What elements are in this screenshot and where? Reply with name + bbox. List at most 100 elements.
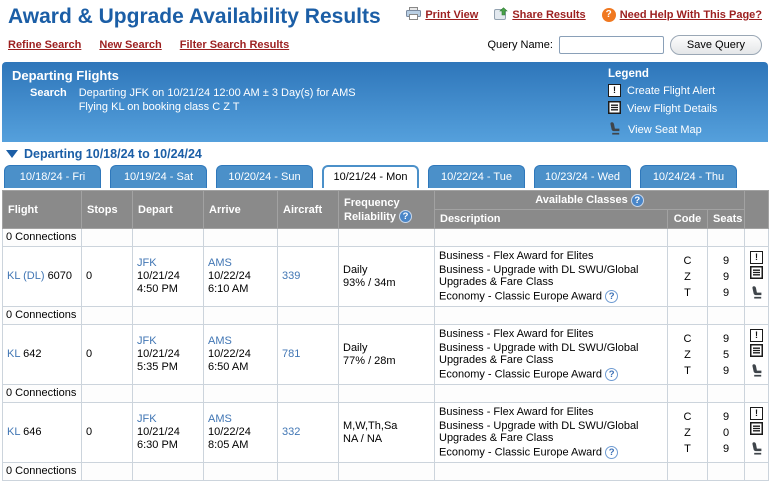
refine-search-link[interactable]: Refine Search bbox=[8, 39, 81, 51]
col-header-description: Description bbox=[435, 210, 668, 229]
tab-wed[interactable]: 10/23/24 - Wed bbox=[534, 165, 631, 188]
class-seats: 9 bbox=[712, 441, 740, 457]
class-description: Business - Upgrade with DL SWU/Global Up… bbox=[439, 419, 663, 445]
create-flight-alert-icon[interactable]: ! bbox=[750, 407, 763, 420]
depart-date: 10/21/24 bbox=[137, 426, 199, 439]
flight-airline-link[interactable]: KL bbox=[7, 348, 20, 360]
arrive-airport-link[interactable]: AMS bbox=[208, 413, 232, 425]
col-header-stops: Stops bbox=[82, 191, 133, 229]
new-search-link[interactable]: New Search bbox=[99, 39, 161, 51]
flight-number: 642 bbox=[23, 348, 41, 360]
award-help-icon[interactable]: ? bbox=[605, 446, 618, 459]
connections-row-partial: 0 Connections bbox=[3, 463, 769, 481]
class-code: T bbox=[672, 285, 703, 301]
depart-date: 10/21/24 bbox=[137, 270, 199, 283]
flight-number: 646 bbox=[23, 426, 41, 438]
date-range-banner[interactable]: Departing 10/18/24 to 10/24/24 bbox=[0, 142, 770, 163]
depart-time: 6:30 PM bbox=[137, 439, 199, 452]
collapse-triangle-icon[interactable] bbox=[6, 150, 18, 158]
create-flight-alert-icon[interactable]: ! bbox=[750, 329, 763, 342]
col-header-actions bbox=[745, 191, 769, 229]
print-view-link[interactable]: Print View bbox=[425, 9, 478, 21]
legend-view-flight-details[interactable]: View Flight Details bbox=[627, 103, 717, 115]
connections-label: 0 Connections bbox=[3, 229, 82, 247]
view-seat-map-icon[interactable] bbox=[750, 441, 764, 459]
class-description: Business - Upgrade with DL SWU/Global Up… bbox=[439, 341, 663, 367]
class-description: Economy - Classic Europe Award bbox=[439, 368, 602, 380]
share-results-link[interactable]: Share Results bbox=[512, 9, 585, 21]
arrive-time: 8:05 AM bbox=[208, 439, 273, 452]
flight-details-icon bbox=[608, 101, 621, 117]
legend: Legend ! Create Flight Alert View Flight… bbox=[608, 68, 756, 138]
award-help-icon[interactable]: ? bbox=[605, 368, 618, 381]
tab-fri[interactable]: 10/18/24 - Fri bbox=[4, 165, 101, 188]
create-flight-alert-icon[interactable]: ! bbox=[750, 251, 763, 264]
depart-date: 10/21/24 bbox=[137, 348, 199, 361]
arrive-time: 6:50 AM bbox=[208, 361, 273, 374]
legend-create-flight-alert[interactable]: Create Flight Alert bbox=[627, 85, 715, 97]
query-name-label: Query Name: bbox=[487, 39, 552, 51]
class-description: Economy - Classic Europe Award bbox=[439, 290, 602, 302]
tab-sat[interactable]: 10/19/24 - Sat bbox=[110, 165, 207, 188]
view-flight-details-icon[interactable] bbox=[750, 344, 763, 361]
aircraft-link[interactable]: 332 bbox=[282, 426, 300, 438]
award-help-icon[interactable]: ? bbox=[605, 290, 618, 303]
depart-airport-link[interactable]: JFK bbox=[137, 257, 157, 269]
tab-mon-selected[interactable]: 10/21/24 - Mon bbox=[322, 165, 419, 188]
flight-row-kl646: KL 646 0 JFK 10/21/24 6:30 PM AMS 10/22/… bbox=[3, 403, 769, 463]
class-seats: 9 bbox=[712, 331, 740, 347]
frequency-value: Daily bbox=[343, 342, 430, 355]
class-code: T bbox=[672, 363, 703, 379]
help-icon: ? bbox=[602, 8, 616, 22]
frequency-value: Daily bbox=[343, 264, 430, 277]
date-range-text: Departing 10/18/24 to 10/24/24 bbox=[24, 147, 202, 161]
tab-tue[interactable]: 10/22/24 - Tue bbox=[428, 165, 525, 188]
filter-search-results-link[interactable]: Filter Search Results bbox=[180, 39, 289, 51]
arrive-date: 10/22/24 bbox=[208, 270, 273, 283]
col-header-depart: Depart bbox=[133, 191, 204, 229]
save-query-button[interactable]: Save Query bbox=[670, 35, 762, 55]
view-seat-map-icon[interactable] bbox=[750, 285, 764, 303]
sub-toolbar: Refine Search New Search Filter Search R… bbox=[0, 30, 770, 62]
view-seat-map-icon[interactable] bbox=[750, 363, 764, 381]
class-seats: 9 bbox=[712, 285, 740, 301]
depart-airport-link[interactable]: JFK bbox=[137, 335, 157, 347]
col-header-code: Code bbox=[668, 210, 708, 229]
tab-thu[interactable]: 10/24/24 - Thu bbox=[640, 165, 737, 188]
flight-number: 6070 bbox=[48, 270, 72, 282]
connections-label: 0 Connections bbox=[3, 463, 82, 481]
connections-label: 0 Connections bbox=[3, 385, 82, 403]
search-criteria-line2: Flying KL on booking class C Z T bbox=[79, 100, 356, 114]
class-code: Z bbox=[672, 269, 703, 285]
tab-sun[interactable]: 10/20/24 - Sun bbox=[216, 165, 313, 188]
frequency-help-icon[interactable]: ? bbox=[399, 210, 412, 223]
view-flight-details-icon[interactable] bbox=[750, 266, 763, 283]
class-seats: 0 bbox=[712, 425, 740, 441]
class-description: Business - Flex Award for Elites bbox=[439, 249, 663, 263]
class-seats: 9 bbox=[712, 253, 740, 269]
class-seats: 9 bbox=[712, 409, 740, 425]
class-code: C bbox=[672, 253, 703, 269]
class-seats: 9 bbox=[712, 269, 740, 285]
reliability-value: 77% / 28m bbox=[343, 355, 430, 368]
depart-time: 4:50 PM bbox=[137, 283, 199, 296]
flight-airline-link[interactable]: KL bbox=[7, 426, 20, 438]
aircraft-link[interactable]: 339 bbox=[282, 270, 300, 282]
available-classes-help-icon[interactable]: ? bbox=[631, 194, 644, 207]
class-description: Business - Flex Award for Elites bbox=[439, 327, 663, 341]
aircraft-link[interactable]: 781 bbox=[282, 348, 300, 360]
view-flight-details-icon[interactable] bbox=[750, 422, 763, 439]
flight-airline-link[interactable]: KL (DL) bbox=[7, 270, 45, 282]
arrive-airport-link[interactable]: AMS bbox=[208, 257, 232, 269]
arrive-airport-link[interactable]: AMS bbox=[208, 335, 232, 347]
query-name-input[interactable] bbox=[559, 36, 664, 54]
need-help-link[interactable]: Need Help With This Page? bbox=[620, 9, 762, 21]
col-header-flight: Flight bbox=[3, 191, 82, 229]
depart-airport-link[interactable]: JFK bbox=[137, 413, 157, 425]
connections-row: 0 Connections bbox=[3, 229, 769, 247]
arrive-date: 10/22/24 bbox=[208, 426, 273, 439]
seat-map-icon bbox=[608, 121, 622, 138]
col-header-arrive: Arrive bbox=[204, 191, 278, 229]
class-code: Z bbox=[672, 425, 703, 441]
legend-view-seat-map[interactable]: View Seat Map bbox=[628, 124, 702, 136]
